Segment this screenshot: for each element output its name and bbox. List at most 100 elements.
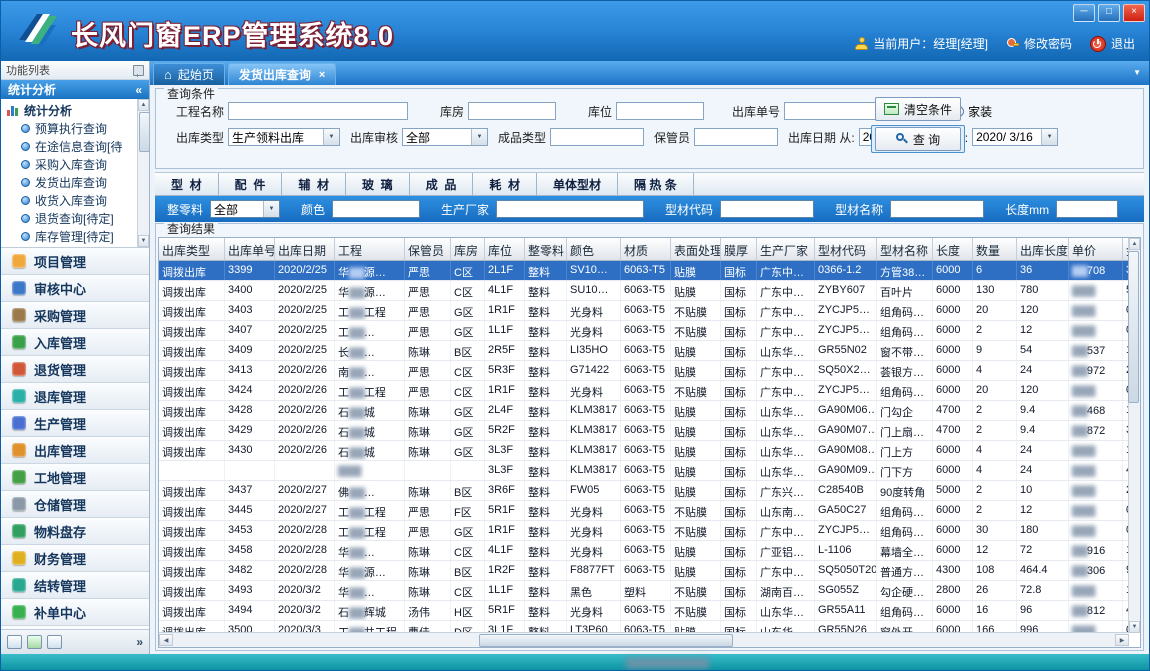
dropdown-arrow-icon[interactable]: ▼ [1041,129,1057,145]
table-row[interactable]: 调拨出库34302020/2/26石▇▇城陈琳G区3L3F整料KLM381760… [159,441,1129,461]
column-header[interactable]: 表面处理 [671,238,721,260]
scroll-down-icon[interactable]: ▼ [1129,621,1140,633]
column-header[interactable]: 库房 [451,238,485,260]
column-header[interactable]: 长度 [933,238,973,260]
sidebar-menu-item[interactable]: 采购管理 [1,302,149,329]
column-header[interactable]: 膜厚 [721,238,757,260]
keeper-input[interactable] [694,128,778,146]
tree-scroll-thumb[interactable] [139,112,149,152]
material-tab[interactable]: 单体型材 [537,173,618,195]
column-header[interactable]: 型材代码 [815,238,877,260]
column-header[interactable]: 出库日期 [275,238,335,260]
sidebar-section-header[interactable]: 统计分析 « [1,80,149,99]
material-tab[interactable]: 隔 热 条 [618,173,694,195]
change-password-button[interactable]: 修改密码 [1006,35,1072,52]
column-header[interactable]: 整零料 [525,238,567,260]
table-row[interactable]: 调拨出库34452020/2/27工▇▇工程严思F区5R1F整料光身料6063-… [159,501,1129,521]
table-row[interactable]: 调拨出库33992020/2/25华▇▇源…严思C区2L1F整料SV10…606… [159,261,1129,281]
table-row[interactable]: 调拨出库34292020/2/26石▇▇城陈琳G区5R2F整料KLM381760… [159,421,1129,441]
profile-name-input[interactable] [890,200,984,218]
tree-item[interactable]: 预算执行查询 [1,119,138,137]
toolbar-overflow-icon[interactable]: » [136,635,143,649]
tab-overflow-icon[interactable]: ▼ [1133,68,1141,77]
maximize-button[interactable]: □ [1098,4,1120,22]
sidebar-menu-item[interactable]: 出库管理 [1,437,149,464]
column-header[interactable]: 型材名称 [877,238,933,260]
color-input[interactable] [332,200,420,218]
column-header[interactable]: 库位 [485,238,525,260]
computer-icon[interactable] [47,635,62,649]
sidebar-menu-item[interactable]: 退货管理 [1,356,149,383]
sidebar-menu-item[interactable]: 结转管理 [1,572,149,599]
table-row[interactable]: 调拨出库34132020/2/26南▇▇…严思C区5R3F整料G71422606… [159,361,1129,381]
tree-item[interactable]: 发货出库查询 [1,173,138,191]
vertical-scroll-thumb[interactable] [1128,251,1139,403]
order-no-input[interactable] [784,102,882,120]
material-tab[interactable]: 配 件 [219,173,283,195]
table-row[interactable]: 调拨出库34242020/2/26工▇▇工程严思C区1R1F整料光身料6063-… [159,381,1129,401]
table-horizontal-scrollbar[interactable]: ◀ ▶ [159,632,1129,647]
sidebar-menu-item[interactable]: 物料盘存 [1,518,149,545]
project-name-input[interactable] [228,102,408,120]
table-vertical-scrollbar[interactable]: ▲ ▼ [1128,238,1140,633]
length-input[interactable] [1056,200,1118,218]
product-type-input[interactable] [550,128,644,146]
sidebar-menu-item[interactable]: 入库管理 [1,329,149,356]
pin-icon[interactable] [133,65,144,76]
column-header[interactable]: 出库类型 [159,238,225,260]
table-row[interactable]: 调拨出库34942020/3/2石▇▇辉城汤伟H区5R1F整料光身料6063-T… [159,601,1129,621]
audit-select[interactable]: 全部 ▼ [402,128,488,146]
dropdown-arrow-icon[interactable]: ▼ [471,129,487,145]
table-row[interactable]: ▇▇▇3L3F整料KLM38176063-T5贴膜国标山东华…GA90M09…门… [159,461,1129,481]
sidebar-menu-item[interactable]: 财务管理 [1,545,149,572]
scroll-up-icon[interactable]: ▲ [138,99,149,111]
minimize-button[interactable]: ─ [1073,4,1095,22]
sidebar-menu-item[interactable]: 生产管理 [1,410,149,437]
dropdown-arrow-icon[interactable]: ▼ [263,201,279,217]
column-header[interactable]: 颜色 [567,238,621,260]
table-row[interactable]: 调拨出库34582020/2/28华▇▇…陈琳C区4L1F整料光身料6063-T… [159,541,1129,561]
material-tab[interactable]: 辅 材 [282,173,346,195]
profile-code-input[interactable] [720,200,814,218]
tree-scrollbar[interactable]: ▲ ▼ [137,99,149,247]
sidebar-menu-item[interactable]: 仓储管理 [1,491,149,518]
sidebar-menu-item[interactable]: 工地管理 [1,464,149,491]
chart-view-icon[interactable] [27,635,42,649]
tree-item[interactable]: 退货查询[待定] [1,209,138,227]
material-tab[interactable]: 型 材 [155,173,219,195]
tree-item[interactable]: 库存管理[待定] [1,227,138,245]
dropdown-arrow-icon[interactable]: ▼ [323,129,339,145]
column-header[interactable]: 工程 [335,238,405,260]
tab-home[interactable]: ⌂ 起始页 [153,63,225,85]
tab-shipment-query[interactable]: 发货出库查询 × [228,63,336,85]
table-row[interactable]: 调拨出库34032020/2/25工▇▇工程严思G区1R1F整料光身料6063-… [159,301,1129,321]
table-row[interactable]: 调拨出库34092020/2/25长▇▇…陈琳B区2R5F整料LI35HO606… [159,341,1129,361]
scroll-right-icon[interactable]: ▶ [1115,634,1129,646]
table-row[interactable]: 调拨出库34372020/2/27佛▇▇…陈琳B区3R6F整料FW056063-… [159,481,1129,501]
tab-close-icon[interactable]: × [317,70,325,80]
column-header[interactable]: 保管员 [405,238,451,260]
material-tab[interactable]: 耗 材 [473,173,537,195]
column-header[interactable]: 出库单号 [225,238,275,260]
out-type-select[interactable]: 生产领料出库 ▼ [228,128,340,146]
table-row[interactable]: 调拨出库34282020/2/26石▇▇城陈琳G区2L4F整料KLM381760… [159,401,1129,421]
tree-root-item[interactable]: 统计分析 [1,101,138,119]
clear-conditions-button[interactable]: 清空条件 [875,97,961,121]
tree-item[interactable]: 在途信息查询[待 [1,137,138,155]
collapse-icon[interactable]: « [135,83,142,97]
column-header[interactable]: 单价 [1069,238,1123,260]
date-to-select[interactable]: 2020/ 3/16 ▼ [972,128,1058,146]
material-tab[interactable]: 成 品 [410,173,474,195]
column-header[interactable]: 出库长度 [1017,238,1069,260]
table-row[interactable]: 调拨出库34002020/2/25华▇▇源…严思C区4L1F整料SU10…606… [159,281,1129,301]
warehouse-input[interactable] [468,102,556,120]
close-button[interactable]: × [1123,4,1145,22]
scroll-up-icon[interactable]: ▲ [1129,238,1140,250]
table-row[interactable]: 调拨出库34932020/3/2华▇▇…陈琳C区1L1F整料黑色塑料不贴膜国标湖… [159,581,1129,601]
table-row[interactable]: 调拨出库34072020/2/25工▇▇…严思G区1L1F整料光身料6063-T… [159,321,1129,341]
search-button[interactable]: 查 询 [875,127,961,151]
column-header[interactable]: 生产厂家 [757,238,815,260]
sidebar-menu-item[interactable]: 审核中心 [1,275,149,302]
horizontal-scroll-thumb[interactable] [479,634,733,647]
sidebar-menu-item[interactable]: 补单中心 [1,599,149,626]
